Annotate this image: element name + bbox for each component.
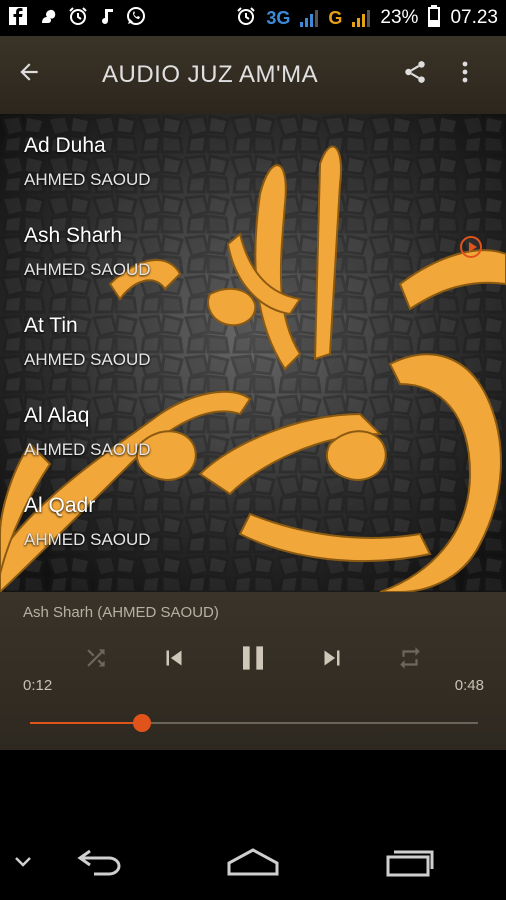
skip-previous-icon[interactable] [154, 636, 194, 680]
track-title: Al Alaq [24, 404, 90, 427]
track-list-area: Ad Duha AHMED SAOUD Ash Sharh AHMED SAOU… [0, 114, 506, 592]
recents-icon[interactable] [382, 842, 438, 882]
share-icon[interactable] [390, 59, 440, 92]
chevron-down-icon[interactable] [8, 842, 38, 882]
track-artist: AHMED SAOUD [24, 260, 151, 279]
repeat-icon[interactable] [390, 636, 430, 680]
now-playing-label: Ash Sharh (AHMED SAOUD) [23, 604, 219, 621]
seek-bar[interactable] [30, 714, 478, 732]
seek-bar-thumb[interactable] [133, 714, 151, 732]
total-duration: 0:48 [454, 677, 484, 694]
list-item[interactable]: Al Alaq AHMED SAOUD [0, 384, 506, 474]
clock: 07.23 [450, 7, 498, 28]
track-title: Ash Sharh [24, 224, 123, 247]
network-type-g: G [328, 7, 343, 28]
status-left [8, 6, 146, 31]
playback-controls [0, 636, 506, 680]
pause-icon[interactable] [230, 636, 276, 680]
battery-icon [428, 4, 441, 32]
shuffle-icon[interactable] [76, 636, 116, 680]
media-player: Ash Sharh (AHMED SAOUD) 0:12 0:48 [0, 592, 506, 750]
squirrel-app-icon [38, 6, 58, 31]
battery-percent: 23% [380, 7, 419, 28]
track-artist: AHMED SAOUD [24, 170, 151, 189]
track-artist: AHMED SAOUD [24, 350, 151, 369]
home-icon[interactable] [224, 842, 282, 882]
track-title: At Tin [24, 314, 78, 337]
network-type-3g: 3G [266, 7, 291, 28]
track-title: Al Qadr [24, 494, 96, 517]
seek-bar-progress [30, 722, 142, 724]
facebook-icon [8, 6, 28, 31]
more-vert-icon[interactable] [440, 60, 490, 91]
elapsed-time: 0:12 [23, 677, 53, 694]
list-item[interactable]: Ad Duha AHMED SAOUD [0, 114, 506, 204]
track-artist: AHMED SAOUD [24, 530, 151, 549]
alarm-icon [236, 6, 256, 31]
now-playing-icon [460, 236, 482, 258]
arrow-back-icon[interactable] [16, 59, 64, 92]
track-list: Ad Duha AHMED SAOUD Ash Sharh AHMED SAOU… [0, 114, 506, 564]
list-item[interactable]: Ash Sharh AHMED SAOUD [0, 204, 506, 294]
signal-strength-icon [300, 9, 319, 27]
page-title: AUDIO JUZ AM'MA [102, 61, 319, 88]
track-artist: AHMED SAOUD [24, 440, 151, 459]
status-right: 3G G 23% 07.23 [236, 4, 498, 32]
status-bar: 3G G 23% 07.23 [0, 0, 506, 36]
signal-strength-icon-2 [352, 9, 371, 27]
track-title: Ad Duha [24, 134, 106, 157]
alarm-icon [68, 6, 88, 31]
list-item[interactable]: At Tin AHMED SAOUD [0, 294, 506, 384]
app-bar: AUDIO JUZ AM'MA [0, 36, 506, 114]
system-nav-bar [0, 820, 506, 900]
skip-next-icon[interactable] [312, 636, 352, 680]
music-note-icon [98, 6, 116, 31]
back-icon[interactable] [72, 842, 128, 882]
list-item[interactable]: Al Qadr AHMED SAOUD [0, 474, 506, 564]
whatsapp-icon [126, 6, 146, 31]
